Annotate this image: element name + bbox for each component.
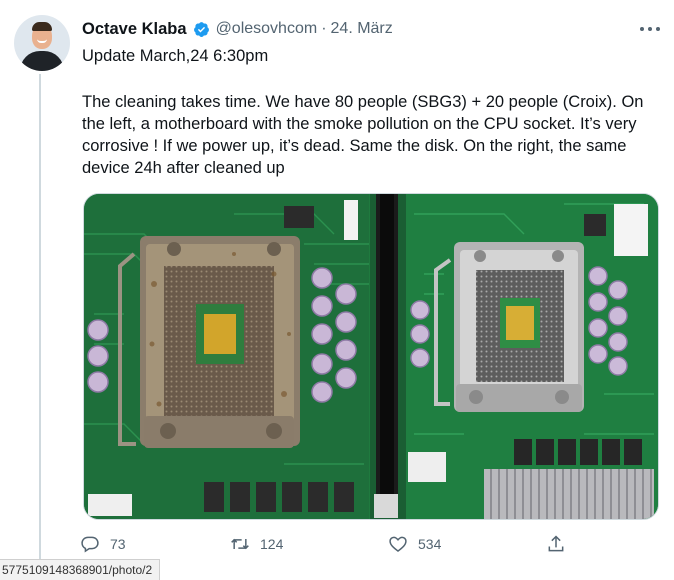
like-count: 534 bbox=[418, 536, 442, 552]
avatar[interactable] bbox=[14, 15, 70, 71]
retweet-button[interactable]: 124 bbox=[230, 534, 283, 554]
tweet-text: The cleaning takes time. We have 80 peop… bbox=[82, 93, 644, 177]
reply-count: 73 bbox=[110, 536, 126, 552]
more-options-icon[interactable] bbox=[640, 20, 660, 38]
reply-button[interactable]: 73 bbox=[80, 534, 126, 554]
author-name[interactable]: Octave Klaba bbox=[82, 20, 187, 39]
verified-badge-icon bbox=[193, 21, 209, 37]
like-button[interactable]: 534 bbox=[388, 534, 441, 554]
reply-icon bbox=[81, 536, 99, 553]
heart-icon bbox=[389, 536, 407, 553]
retweet-count: 124 bbox=[260, 536, 284, 552]
share-icon bbox=[548, 535, 564, 552]
tweet-update-line: Update March,24 6:30pm bbox=[82, 47, 269, 65]
tweet-header: Octave Klaba @olesovhcom · 24. März bbox=[82, 18, 393, 40]
retweet-icon bbox=[231, 538, 249, 550]
motherboard-photo-image bbox=[84, 194, 658, 519]
separator-dot: · bbox=[321, 20, 327, 37]
thread-connector-line bbox=[39, 74, 41, 574]
share-button[interactable] bbox=[546, 534, 566, 554]
tweet-photo[interactable] bbox=[83, 193, 659, 520]
tweet-actions-bar: 73 124 534 bbox=[80, 534, 580, 558]
tweet-date[interactable]: 24. März bbox=[331, 20, 393, 38]
browser-status-url: 5775109148368901/photo/2 bbox=[0, 559, 161, 580]
author-handle[interactable]: @olesovhcom bbox=[216, 20, 318, 38]
